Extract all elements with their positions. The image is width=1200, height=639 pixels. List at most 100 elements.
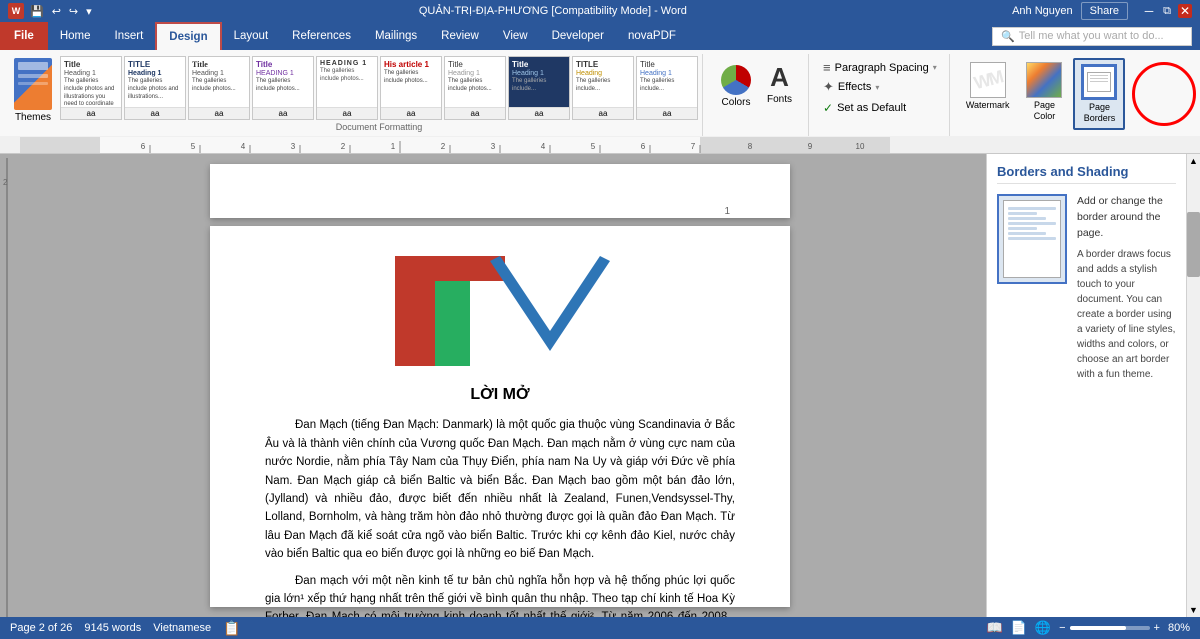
minimize-button[interactable]: ─ [1142,4,1156,18]
page-borders-button[interactable]: PageBorders [1073,58,1125,130]
colors-icon [721,65,751,95]
user-name: Anh Nguyen [1012,5,1073,17]
theme-item-6[interactable]: His article 1 The galleries include phot… [380,56,442,120]
themes-group: Themes Title Heading 1 The galleries inc… [6,54,703,136]
page-color-button[interactable]: PageColor [1019,58,1069,130]
save-qat-btn[interactable]: 💾 [28,5,46,18]
page-background-group: WM Watermark PageColor PageBorders [952,54,1134,136]
theme-item-1[interactable]: Title Heading 1 The galleries include ph… [60,56,122,120]
set-as-default-label: Set as Default [837,102,906,114]
status-bar: Page 2 of 26 9145 words Vietnamese 📋 📖 📄… [0,617,1200,639]
themes-button[interactable]: Themes [10,56,56,125]
page-background-buttons: WM Watermark PageColor PageBorders [960,58,1126,130]
main-area: 2 1 [0,154,1200,617]
ruler: 1 2 3 4 5 6 2 3 4 5 6 7 8 9 10 [0,136,1200,154]
logo-svg [390,251,610,371]
svg-text:3: 3 [291,142,296,151]
fonts-icon: A [770,62,789,92]
svg-text:8: 8 [748,142,753,151]
view-read-icon[interactable]: 📖 [987,620,1003,636]
colors-button[interactable]: Colors [713,58,759,112]
zoom-in-icon[interactable]: + [1154,622,1160,634]
paragraph-2: Đan mạch với một nền kinh tế tư bản chủ … [265,572,735,617]
title-bar-left: W 💾 ↩ ↪ ▾ [8,3,94,19]
page-number-1: 1 [270,206,730,217]
paragraph-spacing-icon: ≡ [823,60,831,75]
search-bar[interactable]: 🔍 Tell me what you want to do... [992,27,1192,46]
document-heading: LỜI MỞ [265,386,735,404]
tab-file[interactable]: File [0,22,48,50]
preview-line-6 [1008,232,1046,235]
spacing-group: ≡ Paragraph Spacing ▾ ✦ Effects ▾ ✓ Set … [811,54,950,136]
colors-label: Colors [722,97,751,108]
svg-text:10: 10 [856,142,865,151]
svg-text:4: 4 [241,142,246,151]
tab-review[interactable]: Review [429,22,491,50]
effects-button[interactable]: ✦ Effects ▾ [819,77,941,97]
checkmark-icon: ✓ [823,101,833,115]
tab-view[interactable]: View [491,22,540,50]
close-button[interactable]: ✕ [1178,4,1192,18]
theme-item-8[interactable]: Title Heading 1 The galleries include...… [508,56,570,120]
tab-insert[interactable]: Insert [103,22,156,50]
svg-text:7: 7 [691,142,696,151]
panel-description-1: Add or change the border around the page… [1077,194,1176,382]
paragraph-spacing-chevron: ▾ [933,63,937,72]
effects-icon: ✦ [823,79,834,95]
set-as-default-button[interactable]: ✓ Set as Default [819,99,910,117]
watermark-label: Watermark [966,100,1010,111]
redo-qat-btn[interactable]: ↪ [67,5,80,18]
preview-line-1 [1008,207,1056,210]
restore-button[interactable]: ⧉ [1160,4,1174,18]
view-web-icon[interactable]: 🌐 [1035,620,1051,636]
preview-line-7 [1008,237,1056,240]
zoom-level: 80% [1168,622,1190,634]
page-borders-label: PageBorders [1084,102,1116,124]
theme-item-10[interactable]: Title Heading 1 The galleries include...… [636,56,698,120]
tab-design[interactable]: Design [155,22,221,50]
tab-layout[interactable]: Layout [222,22,281,50]
status-bar-left: Page 2 of 26 9145 words Vietnamese 📋 [10,620,241,637]
tab-references[interactable]: References [280,22,363,50]
watermark-button[interactable]: WM Watermark [960,58,1016,130]
word-app-icon: W [8,3,24,19]
page-partial-top: 1 [210,164,790,218]
customize-qat-btn[interactable]: ▾ [84,5,94,18]
preview-line-3 [1008,217,1046,220]
paragraph-1: Đan Mạch (tiếng Đan Mạch: Danmark) là mộ… [265,416,735,563]
page-borders-icon [1081,64,1117,100]
theme-item-7[interactable]: Title Heading 1 The galleries include ph… [444,56,506,120]
themes-label: Themes [15,112,51,123]
share-button[interactable]: Share [1081,2,1128,20]
watermark-icon: WM [970,62,1006,98]
effects-label: Effects [838,81,871,93]
title-bar: W 💾 ↩ ↪ ▾ QUẢN-TRỊ-ĐỊA-PHƯƠNG [Compatibi… [0,0,1200,22]
theme-item-5[interactable]: HEADING 1 The galleries include photos..… [316,56,378,120]
theme-item-9[interactable]: TITLE Heading The galleries include... a… [572,56,634,120]
panel-body: Add or change the border around the page… [997,194,1176,382]
tab-mailings[interactable]: Mailings [363,22,429,50]
page-partial-content [270,174,730,206]
panel-preview-inner [1003,200,1061,278]
theme-item-4[interactable]: Title HEADING 1 The galleries include ph… [252,56,314,120]
theme-item-2[interactable]: TITLE Heading 1 The galleries include ph… [124,56,186,120]
document-area: 1 LỜI MỞ Đan Mạch (tiếng Đan Mạch: Danma [14,154,986,617]
svg-text:5: 5 [191,142,196,151]
fonts-button[interactable]: A Fonts [759,58,800,109]
zoom-out-icon[interactable]: − [1059,622,1065,634]
theme-item-3[interactable]: Title Heading 1 The galleries include ph… [188,56,250,120]
scrollbar-vertical[interactable]: ▲ ▼ [1186,154,1200,617]
colors-fonts-group: Colors A Fonts [705,54,809,136]
panel-preview-image [997,194,1067,284]
tab-novapdf[interactable]: novaPDF [616,22,688,50]
view-layout-icon[interactable]: 📄 [1011,620,1027,636]
ruler-marks: 1 2 3 4 5 6 2 3 4 5 6 7 8 9 10 [20,137,890,153]
paragraph-spacing-button[interactable]: ≡ Paragraph Spacing ▾ [819,58,941,77]
window-title: QUẢN-TRỊ-ĐỊA-PHƯƠNG [Compatibility Mode]… [94,5,1012,17]
zoom-slider[interactable] [1070,626,1150,630]
tab-developer[interactable]: Developer [540,22,616,50]
svg-text:6: 6 [141,142,146,151]
tab-home[interactable]: Home [48,22,103,50]
undo-qat-btn[interactable]: ↩ [50,5,63,18]
user-area: Anh Nguyen [1012,5,1073,17]
